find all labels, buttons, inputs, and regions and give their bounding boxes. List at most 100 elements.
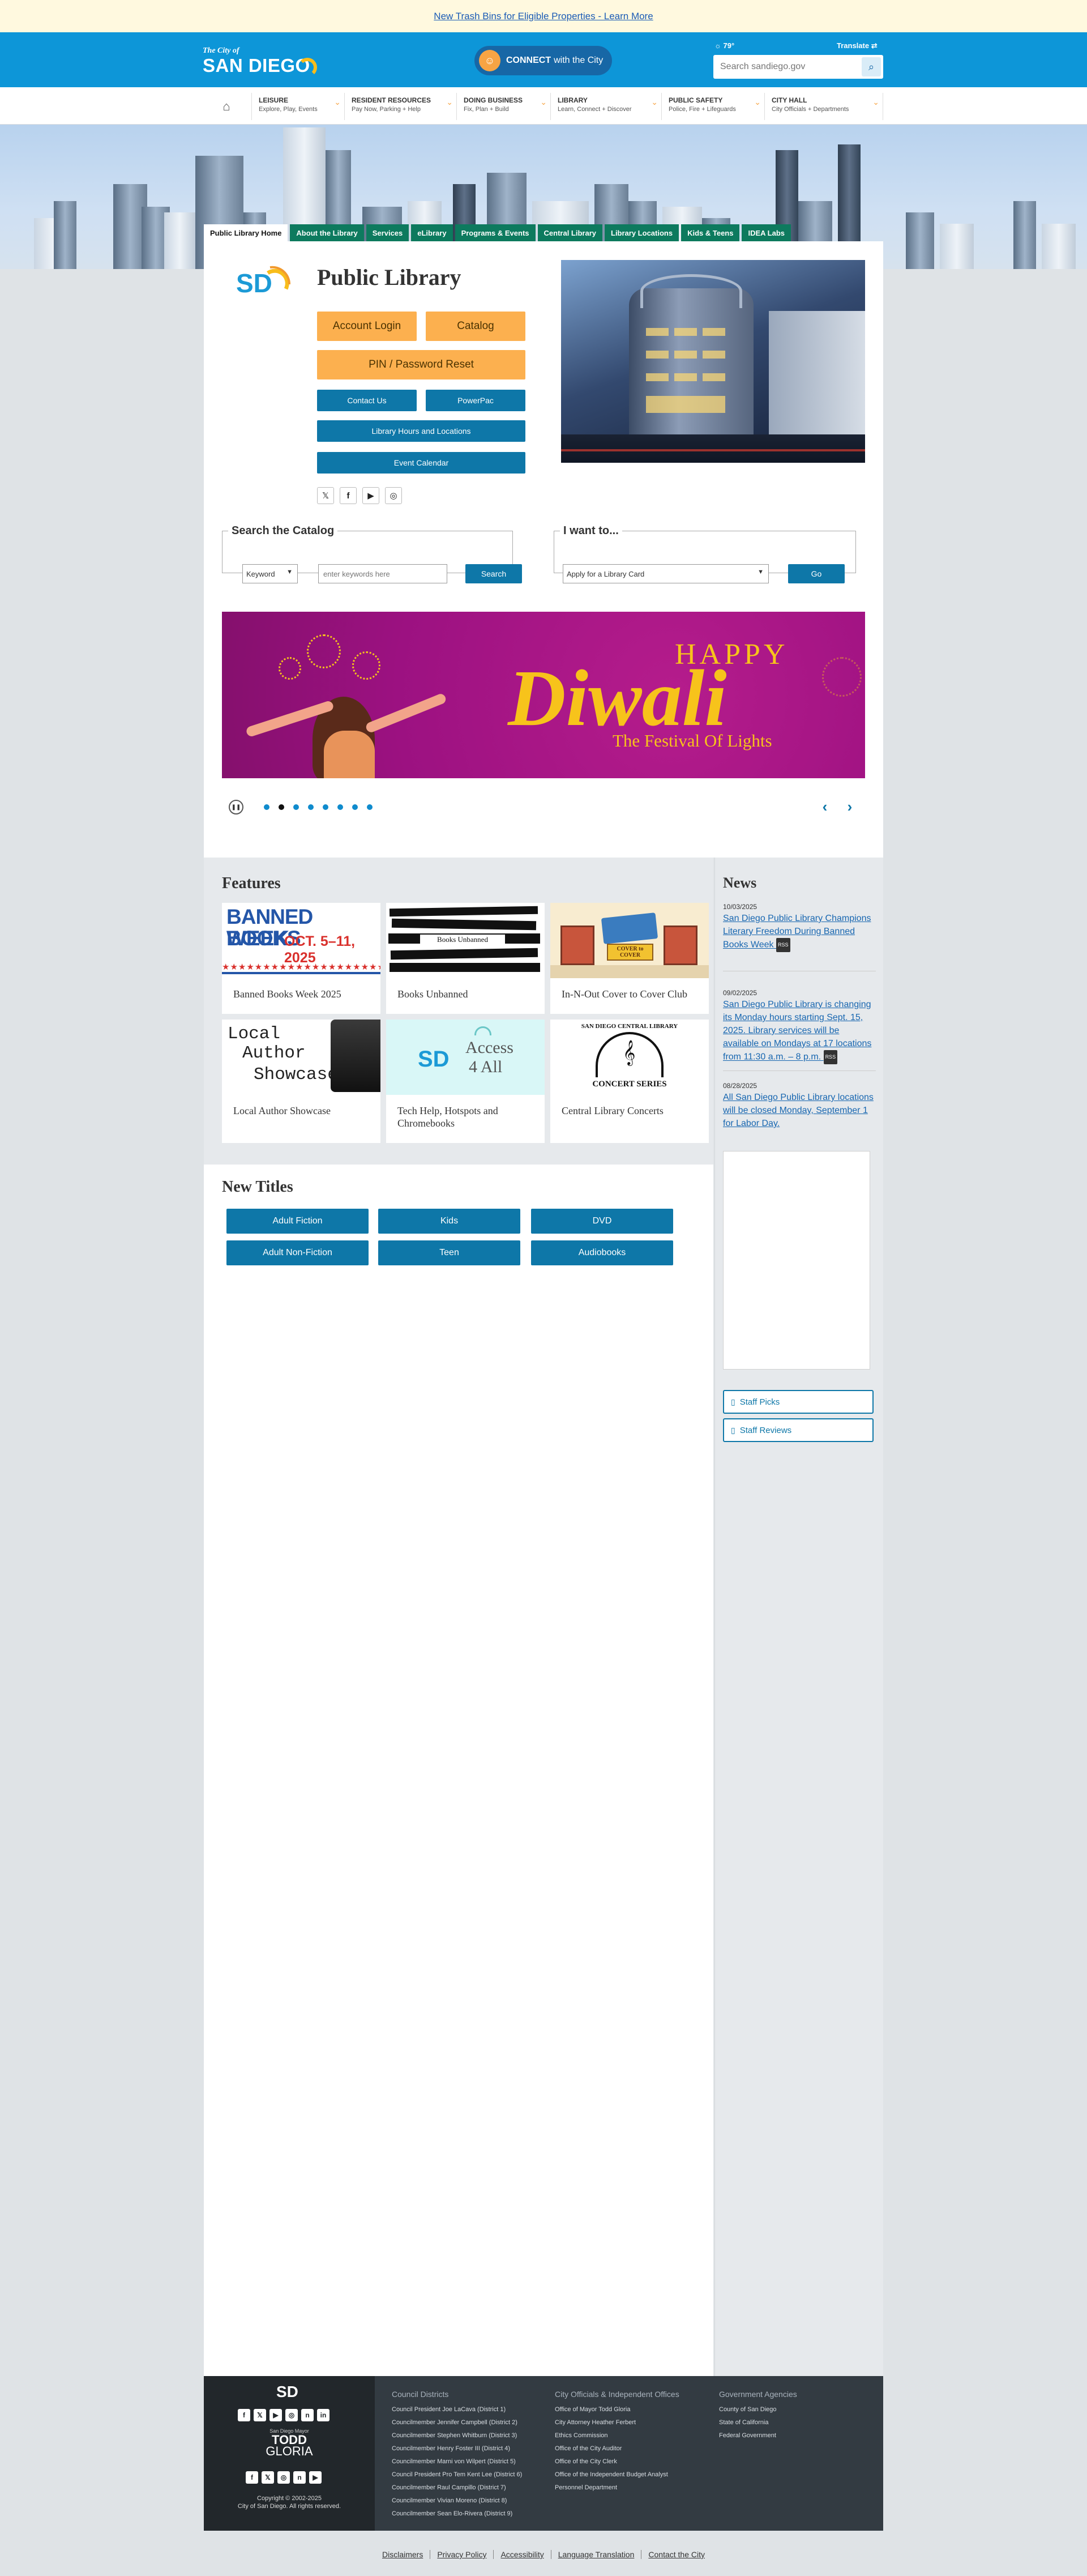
linkedin-icon[interactable]: in: [317, 2409, 329, 2421]
i-want-select[interactable]: Apply for a Library Card ▼: [563, 564, 769, 583]
nextdoor-icon[interactable]: n: [293, 2471, 306, 2484]
feature-card-banned-books[interactable]: BANNED BOOKS WEEK OCT. 5–11, 2025 ★★★★★★…: [222, 903, 380, 1014]
tab-public-library-home[interactable]: Public Library Home: [204, 224, 288, 241]
carousel-dot[interactable]: [352, 804, 358, 810]
footer-link[interactable]: Office of Mayor Todd Gloria: [555, 2403, 679, 2416]
library-hours-button[interactable]: Library Hours and Locations: [317, 420, 525, 442]
chevron-right-icon[interactable]: ›: [841, 798, 858, 815]
carousel-dot[interactable]: [293, 804, 299, 810]
nextdoor-icon[interactable]: n: [301, 2409, 314, 2421]
new-titles-audiobooks[interactable]: Audiobooks: [531, 1240, 673, 1265]
carousel-dot[interactable]: [337, 804, 343, 810]
carousel-dot[interactable]: [323, 804, 328, 810]
facebook-icon[interactable]: f: [238, 2409, 250, 2421]
tab-about-the-library[interactable]: About the Library: [290, 224, 364, 241]
footer-link[interactable]: Ethics Commission: [555, 2429, 679, 2442]
tab-library-locations[interactable]: Library Locations: [605, 224, 679, 241]
footer-link[interactable]: Councilmember Marni von Wilpert (Distric…: [392, 2455, 522, 2468]
catalog-keyword-input[interactable]: [318, 564, 447, 583]
translate-link[interactable]: Translate ⇄: [837, 41, 878, 50]
footer-link[interactable]: Councilmember Jennifer Campbell (Distric…: [392, 2416, 522, 2429]
footer-link[interactable]: Council President Joe LaCava (District 1…: [392, 2403, 522, 2416]
contact-us-button[interactable]: Contact Us: [317, 390, 417, 411]
tab-services[interactable]: Services: [366, 224, 409, 241]
powerpac-button[interactable]: PowerPac: [426, 390, 525, 411]
pin-reset-button[interactable]: PIN / Password Reset: [317, 350, 525, 379]
news-link[interactable]: San Diego Public Library is changing its…: [723, 998, 876, 1064]
footer-link[interactable]: Councilmember Sean Elo-Rivera (District …: [392, 2507, 522, 2520]
x-twitter-icon[interactable]: 𝕏: [254, 2409, 266, 2421]
facebook-icon[interactable]: f: [246, 2471, 258, 2484]
staff-picks-button[interactable]: ▯ Staff Picks: [723, 1390, 874, 1414]
facebook-icon[interactable]: f: [340, 487, 357, 504]
footer-link[interactable]: Council President Pro Tem Kent Lee (Dist…: [392, 2468, 522, 2481]
i-want-go-button[interactable]: Go: [788, 564, 845, 583]
announcement-link[interactable]: New Trash Bins for Eligible Properties -…: [434, 11, 653, 22]
new-titles-adult-non-fiction[interactable]: Adult Non-Fiction: [226, 1240, 369, 1265]
new-titles-dvd[interactable]: DVD: [531, 1209, 673, 1234]
footer-link[interactable]: Personnel Department: [555, 2481, 679, 2494]
tab-idea-labs[interactable]: IDEA Labs: [742, 224, 791, 241]
privacy-policy-link[interactable]: Privacy Policy: [430, 2550, 494, 2559]
tab-kids-teens[interactable]: Kids & Teens: [681, 224, 740, 241]
disclaimers-link[interactable]: Disclaimers: [375, 2550, 431, 2559]
footer-link[interactable]: Office of the City Clerk: [555, 2455, 679, 2468]
youtube-icon[interactable]: ▶: [269, 2409, 282, 2421]
carousel-dot-active[interactable]: [279, 804, 284, 810]
instagram-icon[interactable]: ◎: [277, 2471, 290, 2484]
pause-icon[interactable]: ❚❚: [229, 800, 243, 814]
account-login-button[interactable]: Account Login: [317, 312, 417, 341]
x-twitter-icon[interactable]: 𝕏: [317, 487, 334, 504]
contact-the-city-link[interactable]: Contact the City: [641, 2550, 712, 2559]
carousel-dot[interactable]: [367, 804, 373, 810]
footer-link[interactable]: Councilmember Henry Foster III (District…: [392, 2442, 522, 2455]
nav-item-resident-resources[interactable]: RESIDENT RESOURCES Pay Now, Parking + He…: [344, 93, 456, 120]
youtube-icon[interactable]: ▶: [362, 487, 379, 504]
news-link[interactable]: San Diego Public Library Champions Liter…: [723, 912, 876, 952]
footer-link[interactable]: Councilmember Stephen Whitburn (District…: [392, 2429, 522, 2442]
feature-card-tech-help[interactable]: SD Access 4 All Tech Help, Hotspots and …: [386, 1020, 545, 1143]
nav-item-city-hall[interactable]: CITY HALL City Officials + Departments ⌄: [764, 93, 883, 120]
new-titles-kids[interactable]: Kids: [378, 1209, 520, 1234]
new-titles-teen[interactable]: Teen: [378, 1240, 520, 1265]
event-calendar-button[interactable]: Event Calendar: [317, 452, 525, 474]
feature-card-local-author[interactable]: Local Author Showcase Local Author Showc…: [222, 1020, 380, 1143]
catalog-button[interactable]: Catalog: [426, 312, 525, 341]
diwali-carousel-slide[interactable]: HAPPY Diwali The Festival Of Lights: [222, 612, 865, 778]
news-link[interactable]: All San Diego Public Library locations w…: [723, 1091, 876, 1130]
new-titles-adult-fiction[interactable]: Adult Fiction: [226, 1209, 369, 1234]
carousel-dot[interactable]: [264, 804, 269, 810]
accessibility-link[interactable]: Accessibility: [494, 2550, 551, 2559]
site-search-input[interactable]: [713, 55, 858, 79]
youtube-icon[interactable]: ▶: [309, 2471, 322, 2484]
footer-link[interactable]: Office of the Independent Budget Analyst: [555, 2468, 679, 2481]
staff-reviews-button[interactable]: ▯ Staff Reviews: [723, 1418, 874, 1442]
city-logo[interactable]: The City of SAN DIEGO: [203, 46, 317, 77]
tab-central-library[interactable]: Central Library: [537, 224, 602, 241]
footer-link[interactable]: Office of the City Auditor: [555, 2442, 679, 2455]
feature-card-books-unbanned[interactable]: Books Unbanned Books Unbanned: [386, 903, 545, 1014]
search-icon[interactable]: ⌕: [862, 57, 881, 76]
footer-link[interactable]: Federal Government: [719, 2429, 797, 2442]
feature-card-cover-to-cover[interactable]: COVER to COVER In-N-Out Cover to Cover C…: [550, 903, 709, 1014]
nav-item-leisure[interactable]: LEISURE Explore, Play, Events ⌄: [251, 93, 344, 120]
instagram-icon[interactable]: ◎: [285, 2409, 298, 2421]
language-translation-link[interactable]: Language Translation: [551, 2550, 642, 2559]
tab-elibrary[interactable]: eLibrary: [411, 224, 453, 241]
footer-link[interactable]: City Attorney Heather Ferbert: [555, 2416, 679, 2429]
tab-programs-events[interactable]: Programs & Events: [455, 224, 536, 241]
connect-button[interactable]: ☺ CONNECT with the City: [474, 46, 612, 75]
carousel-dot[interactable]: [308, 804, 314, 810]
chevron-left-icon[interactable]: ‹: [816, 798, 833, 815]
x-twitter-icon[interactable]: 𝕏: [262, 2471, 274, 2484]
nav-item-library[interactable]: LIBRARY Learn, Connect + Discover ⌄: [550, 93, 661, 120]
feature-card-concerts[interactable]: SAN DIEGO CENTRAL LIBRARY 𝄞 CONCERT SERI…: [550, 1020, 709, 1143]
home-icon[interactable]: ⌂: [214, 96, 239, 117]
footer-link[interactable]: State of California: [719, 2416, 797, 2429]
catalog-search-button[interactable]: Search: [465, 564, 522, 583]
nav-item-doing-business[interactable]: DOING BUSINESS Fix, Plan + Build ⌄: [456, 93, 550, 120]
nav-item-public-safety[interactable]: PUBLIC SAFETY Police, Fire + Lifeguards …: [661, 93, 764, 120]
footer-link[interactable]: Councilmember Raul Campillo (District 7): [392, 2481, 522, 2494]
footer-link[interactable]: Councilmember Vivian Moreno (District 8): [392, 2494, 522, 2507]
footer-link[interactable]: County of San Diego: [719, 2403, 797, 2416]
